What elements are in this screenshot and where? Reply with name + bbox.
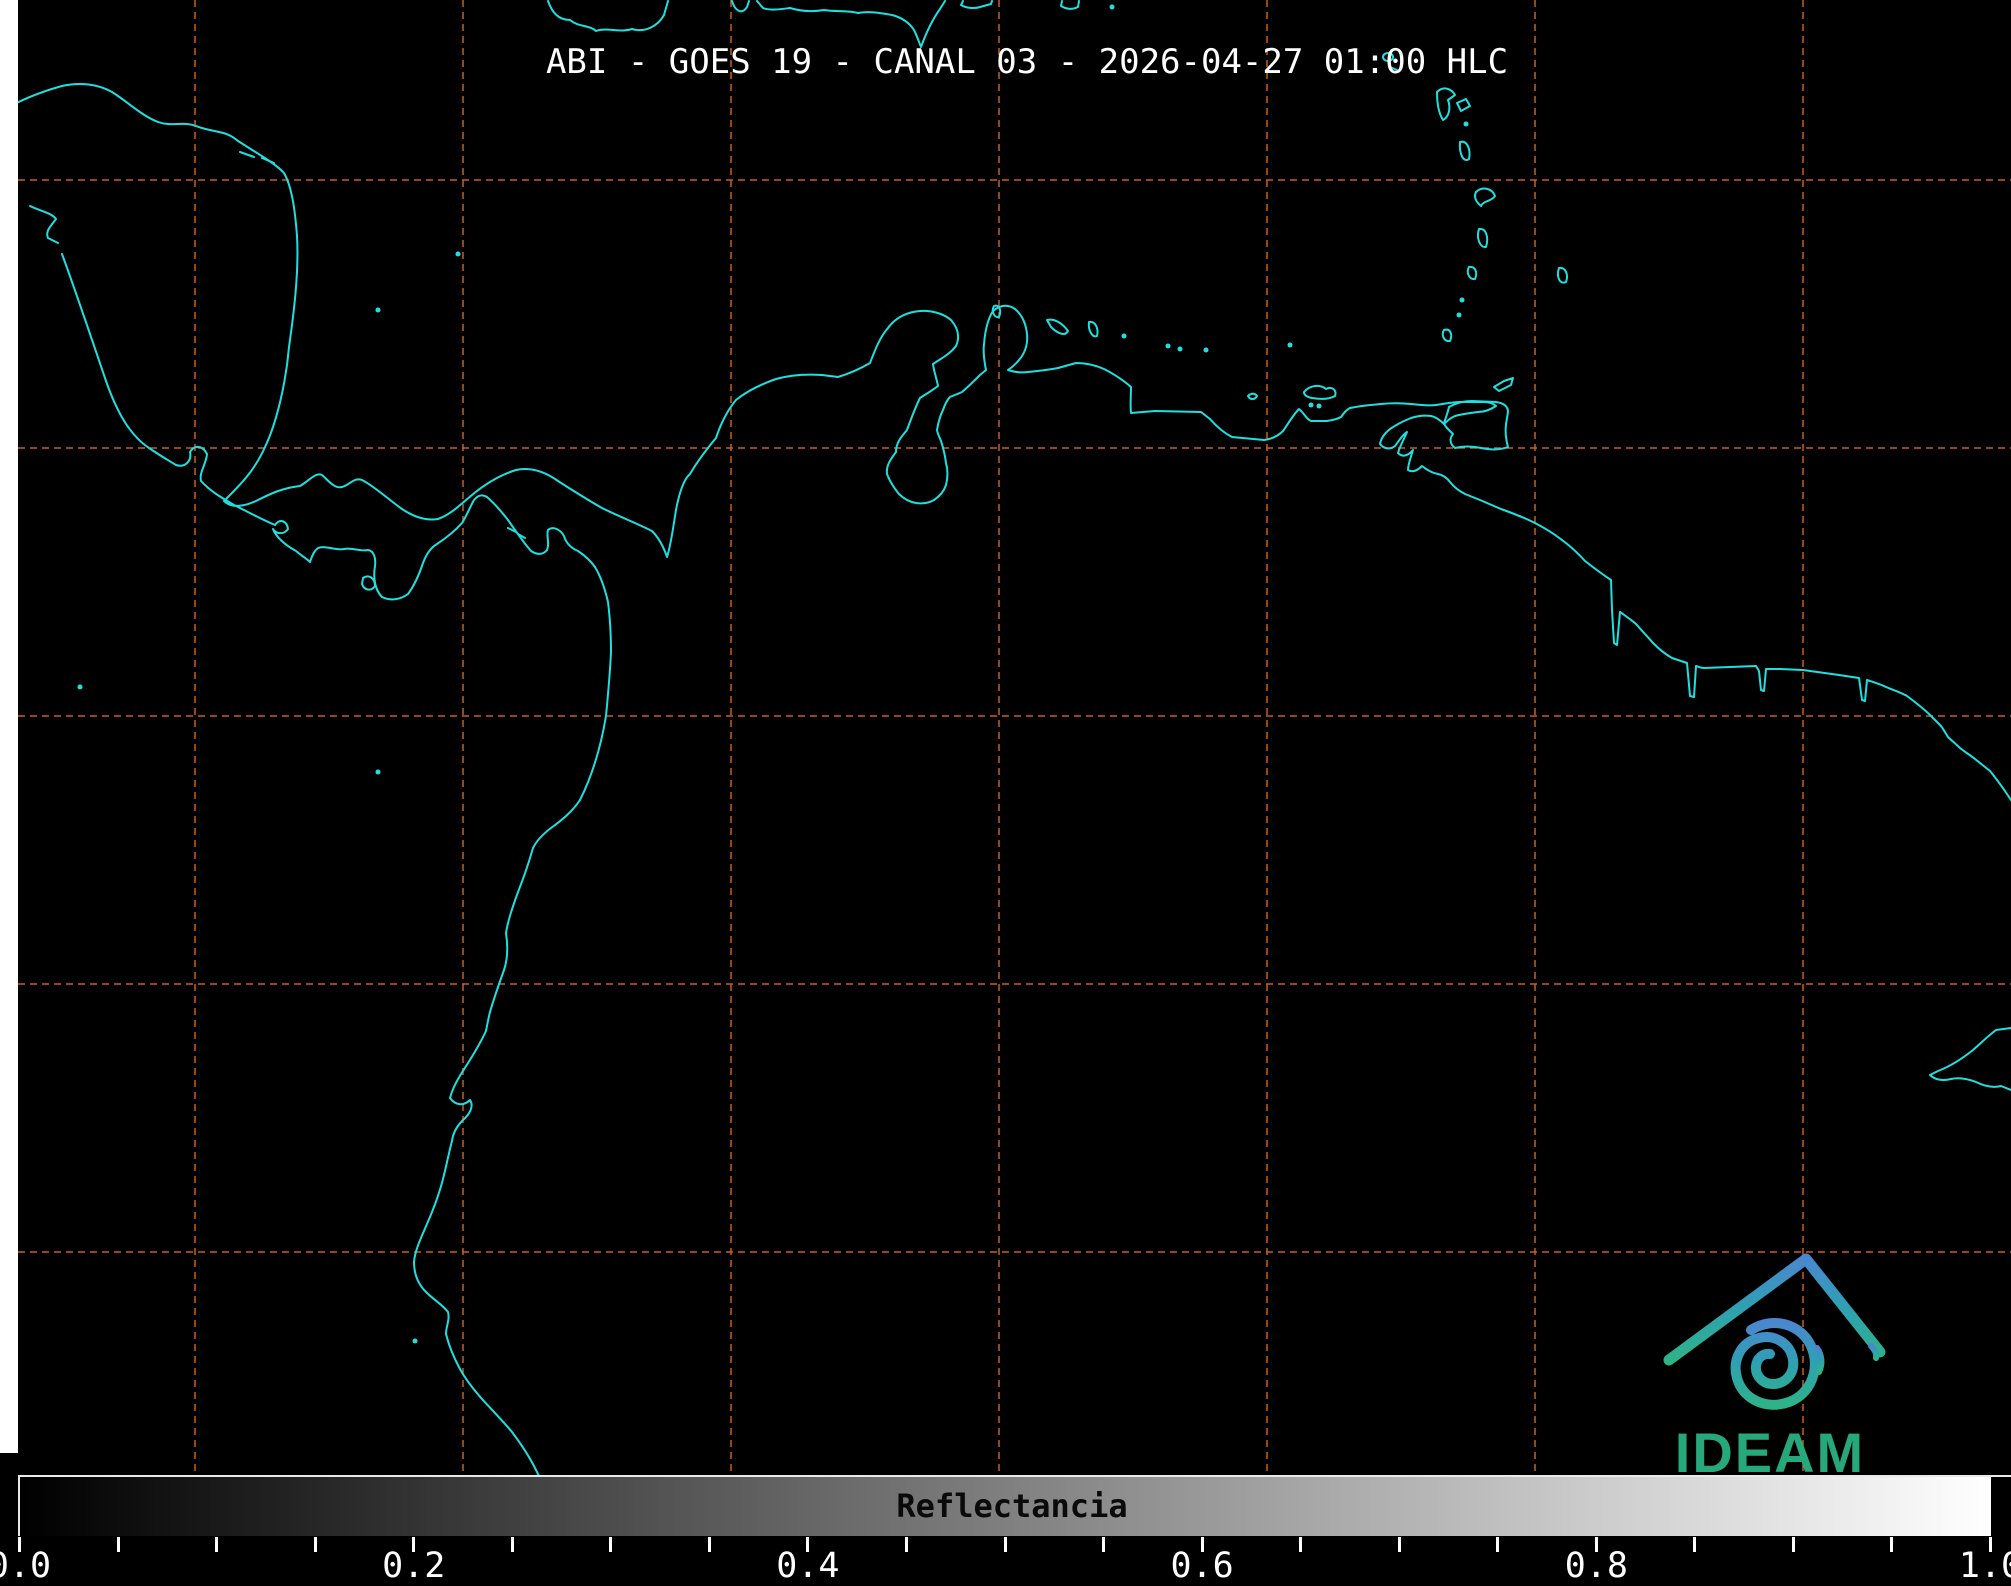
colorbar-minor-tick bbox=[609, 1537, 612, 1552]
island-dot bbox=[1288, 343, 1293, 348]
satellite-image-viewer: { "title": { "text": "ABI - GOES 19 - CA… bbox=[0, 0, 2011, 1577]
island-dot bbox=[376, 308, 381, 313]
ideam-logo bbox=[1635, 1242, 1905, 1417]
figure-left-margin bbox=[0, 0, 18, 1453]
colorbar-tick-label: 0.6 bbox=[1170, 1546, 1233, 1586]
colorbar-minor-tick bbox=[1398, 1537, 1401, 1552]
colorbar-minor-tick bbox=[1299, 1537, 1302, 1552]
colorbar-tick-label: 0.2 bbox=[382, 1546, 445, 1586]
logo-mountain-icon bbox=[1669, 1259, 1880, 1360]
colorbar-minor-tick bbox=[1102, 1537, 1105, 1552]
colorbar-minor-tick bbox=[215, 1537, 218, 1552]
colorbar-tick-label: 0.4 bbox=[776, 1546, 839, 1586]
colorbar-tick-label: 0.8 bbox=[1565, 1546, 1628, 1586]
island-dot bbox=[1460, 298, 1465, 303]
colorbar-minor-tick bbox=[1792, 1537, 1795, 1552]
colorbar-tick-label: 0.0 bbox=[0, 1546, 51, 1586]
island-dot bbox=[1122, 334, 1127, 339]
island-dot bbox=[1204, 348, 1209, 353]
island-dot bbox=[1464, 122, 1469, 127]
logo-hurricane-spiral-icon bbox=[1736, 1323, 1822, 1405]
colorbar-minor-tick bbox=[1890, 1537, 1893, 1552]
island-dot bbox=[1110, 5, 1115, 10]
island-dot bbox=[456, 252, 461, 257]
colorbar-minor-tick bbox=[1004, 1537, 1007, 1552]
island-dot bbox=[1166, 344, 1171, 349]
island-dot bbox=[1457, 313, 1462, 318]
image-title: ABI - GOES 19 - CANAL 03 - 2026-04-27 01… bbox=[546, 42, 1508, 82]
colorbar-label: Reflectancia bbox=[896, 1477, 1127, 1536]
colorbar-minor-tick bbox=[117, 1537, 120, 1552]
island-dot bbox=[78, 685, 83, 690]
island-dot bbox=[1317, 404, 1322, 409]
colorbar-minor-tick bbox=[314, 1537, 317, 1552]
colorbar-minor-tick bbox=[1496, 1537, 1499, 1552]
colorbar-minor-tick bbox=[511, 1537, 514, 1552]
colorbar-minor-tick bbox=[905, 1537, 908, 1552]
island-dot bbox=[1178, 347, 1183, 352]
colorbar-tick-label: 1.0 bbox=[1959, 1546, 2011, 1586]
island-dot bbox=[413, 1339, 418, 1344]
colorbar-minor-tick bbox=[708, 1537, 711, 1552]
colorbar-minor-tick bbox=[1693, 1537, 1696, 1552]
island-dot bbox=[1309, 403, 1314, 408]
island-dot bbox=[376, 770, 381, 775]
